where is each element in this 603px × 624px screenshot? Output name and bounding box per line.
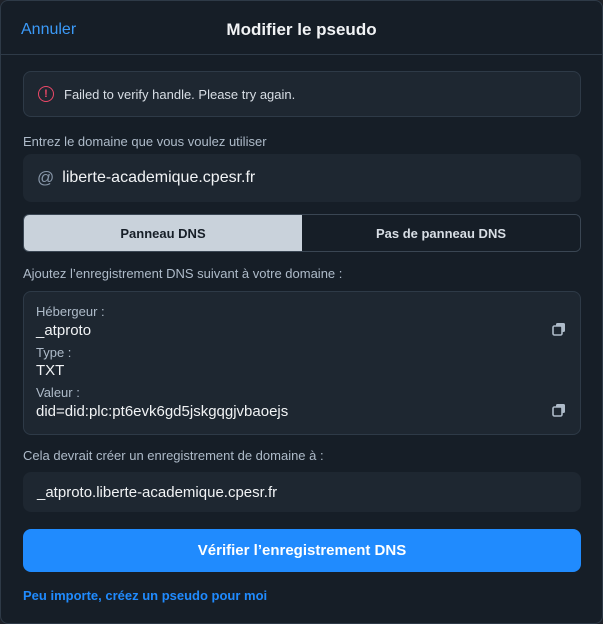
generate-handle-link[interactable]: Peu importe, créez un pseudo pour moi bbox=[23, 588, 267, 603]
domain-label: Entrez le domaine que vous voulez utilis… bbox=[23, 134, 267, 149]
result-domain-field: _atproto.liberte-academique.cpesr.fr bbox=[23, 472, 581, 512]
result-label: Cela devrait créer un enregistrement de … bbox=[23, 448, 324, 463]
tab-dns-panel[interactable]: Panneau DNS bbox=[24, 215, 302, 251]
dns-record-box: Hébergeur : _atproto Type : TXT Valeur :… bbox=[23, 291, 581, 435]
alert-circle-icon: ! bbox=[38, 86, 54, 102]
host-value: _atproto bbox=[36, 322, 92, 339]
dialog-header: Annuler Modifier le pseudo bbox=[1, 1, 602, 55]
value-label: Valeur : bbox=[36, 385, 80, 400]
copy-value-icon[interactable] bbox=[552, 403, 566, 417]
tab-no-dns-panel[interactable]: Pas de panneau DNS bbox=[302, 215, 580, 251]
verify-dns-button[interactable]: Vérifier l’enregistrement DNS bbox=[23, 529, 581, 572]
result-domain-value: _atproto.liberte-academique.cpesr.fr bbox=[37, 483, 278, 501]
dns-instruction: Ajoutez l’enregistrement DNS suivant à v… bbox=[23, 266, 343, 281]
error-banner: ! Failed to verify handle. Please try ag… bbox=[23, 71, 581, 117]
value-value: did=did:plc:pt6evk6gd5jskgqgjvbaoejs bbox=[36, 403, 289, 420]
at-sign-icon: @ bbox=[37, 168, 55, 187]
dns-mode-toggle: Panneau DNS Pas de panneau DNS bbox=[23, 214, 581, 252]
host-label: Hébergeur : bbox=[36, 304, 105, 319]
error-message: Failed to verify handle. Please try agai… bbox=[64, 86, 296, 102]
type-value: TXT bbox=[36, 362, 65, 379]
copy-host-icon[interactable] bbox=[552, 322, 566, 336]
domain-input[interactable]: @ liberte-academique.cpesr.fr bbox=[23, 154, 581, 202]
type-label: Type : bbox=[36, 345, 72, 360]
edit-handle-dialog: Annuler Modifier le pseudo ! Failed to v… bbox=[0, 0, 603, 624]
dialog-title: Modifier le pseudo bbox=[226, 20, 377, 39]
domain-input-value: liberte-academique.cpesr.fr bbox=[62, 169, 256, 186]
